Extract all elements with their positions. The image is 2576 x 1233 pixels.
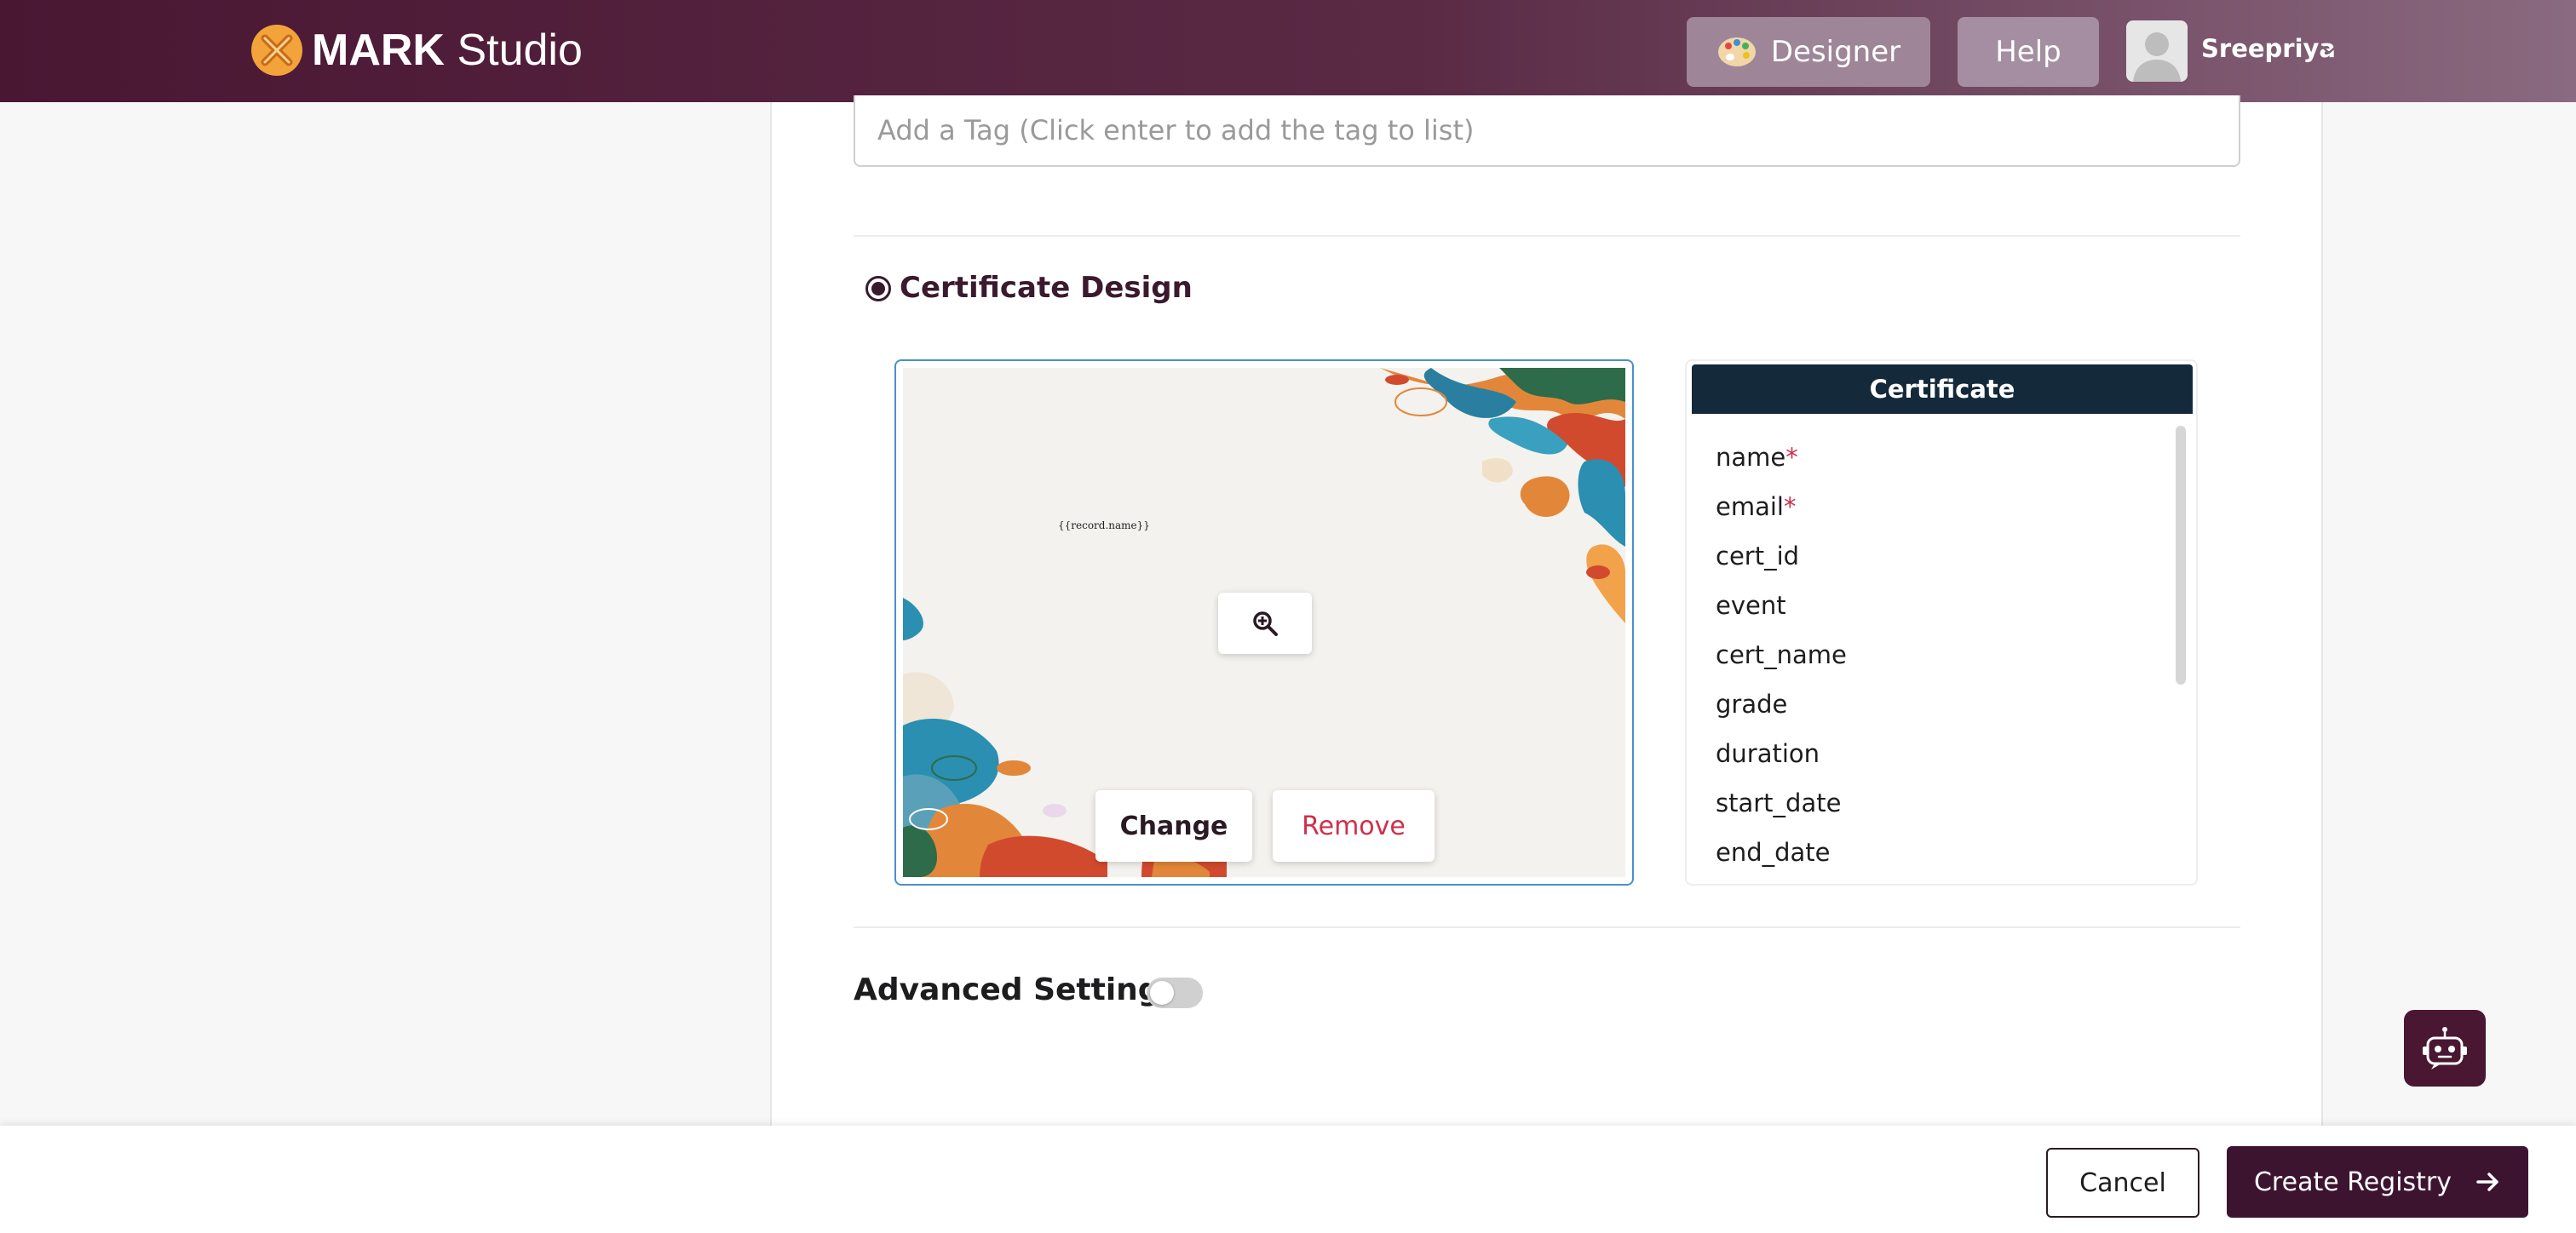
field-label: cert_name bbox=[1716, 640, 1847, 669]
field-label: end_date bbox=[1716, 838, 1831, 867]
field-label: grade bbox=[1716, 690, 1788, 719]
advanced-settings-label: Advanced Settings bbox=[854, 972, 1179, 1007]
certificate-design-title: Certificate Design bbox=[900, 271, 1193, 305]
zoom-in-icon bbox=[1253, 611, 1278, 636]
arrow-right-icon bbox=[2476, 1173, 2498, 1191]
help-button-label: Help bbox=[1995, 35, 2061, 69]
field-item: duration bbox=[1716, 739, 1820, 768]
fields-scrollbar[interactable] bbox=[2176, 426, 2186, 685]
create-registry-label: Create Registry bbox=[2253, 1167, 2452, 1197]
left-side-gutter bbox=[0, 102, 770, 1126]
brand-name-light: Studio bbox=[457, 26, 583, 75]
field-label: name bbox=[1716, 443, 1786, 472]
user-silhouette-icon bbox=[2133, 32, 2181, 82]
mark-studio-logo-icon[interactable] bbox=[250, 24, 303, 77]
chatbot-button[interactable] bbox=[2404, 1010, 2486, 1087]
field-item: event bbox=[1716, 591, 1786, 620]
field-label: cert_id bbox=[1716, 542, 1800, 571]
change-template-button[interactable]: Change bbox=[1095, 790, 1252, 862]
palette-icon bbox=[1717, 37, 1756, 66]
designer-button-label: Designer bbox=[1770, 35, 1901, 69]
fields-list[interactable]: name* email* cert_id event cert_name gra… bbox=[1687, 414, 2189, 884]
field-label: start_date bbox=[1716, 789, 1842, 817]
field-label: email bbox=[1716, 492, 1784, 521]
field-item: start_date bbox=[1716, 789, 1841, 817]
field-item: cert_name bbox=[1716, 640, 1847, 669]
field-item: name* bbox=[1716, 443, 1798, 472]
cancel-button-label: Cancel bbox=[2079, 1167, 2166, 1198]
remove-button-label: Remove bbox=[1302, 811, 1406, 841]
brand-name-bold: MARK bbox=[312, 26, 445, 75]
help-button[interactable]: Help bbox=[1958, 17, 2099, 87]
designer-button[interactable]: Designer bbox=[1687, 17, 1930, 87]
required-asterisk: * bbox=[1783, 492, 1797, 521]
user-avatar[interactable] bbox=[2126, 20, 2188, 82]
top-nav-bar: MARK Studio Designer Help Sreepriya bbox=[0, 0, 2576, 102]
radio-selected-dot bbox=[871, 282, 885, 295]
certificate-fields-panel: Certificate name* email* cert_id event c… bbox=[1685, 359, 2198, 886]
field-item: end_date bbox=[1716, 838, 1831, 867]
section-divider bbox=[854, 235, 2240, 237]
advanced-settings-toggle[interactable] bbox=[1147, 978, 1203, 1008]
cancel-button[interactable]: Cancel bbox=[2046, 1148, 2199, 1218]
certificate-design-radio[interactable] bbox=[865, 276, 891, 301]
chevron-down-icon[interactable] bbox=[2319, 43, 2339, 56]
tag-input[interactable] bbox=[854, 95, 2240, 167]
field-item: cert_id bbox=[1716, 542, 1799, 571]
user-name[interactable]: Sreepriya bbox=[2201, 34, 2336, 63]
field-label: event bbox=[1716, 591, 1786, 620]
change-button-label: Change bbox=[1119, 811, 1228, 841]
field-item: email* bbox=[1716, 492, 1796, 521]
brand-name[interactable]: MARK Studio bbox=[312, 19, 583, 82]
robot-icon bbox=[2423, 1027, 2467, 1070]
section-divider bbox=[854, 926, 2240, 928]
fields-panel-header: Certificate bbox=[1692, 364, 2193, 414]
toggle-knob bbox=[1150, 981, 1174, 1005]
record-name-placeholder: {{record.name}} bbox=[1058, 519, 1150, 531]
field-label: duration bbox=[1716, 739, 1820, 768]
remove-template-button[interactable]: Remove bbox=[1273, 790, 1435, 862]
required-asterisk: * bbox=[1785, 443, 1798, 472]
field-item: grade bbox=[1716, 690, 1787, 719]
zoom-preview-button[interactable] bbox=[1218, 593, 1312, 654]
create-registry-button[interactable]: Create Registry bbox=[2227, 1146, 2528, 1218]
right-side-gutter bbox=[2323, 102, 2576, 1126]
